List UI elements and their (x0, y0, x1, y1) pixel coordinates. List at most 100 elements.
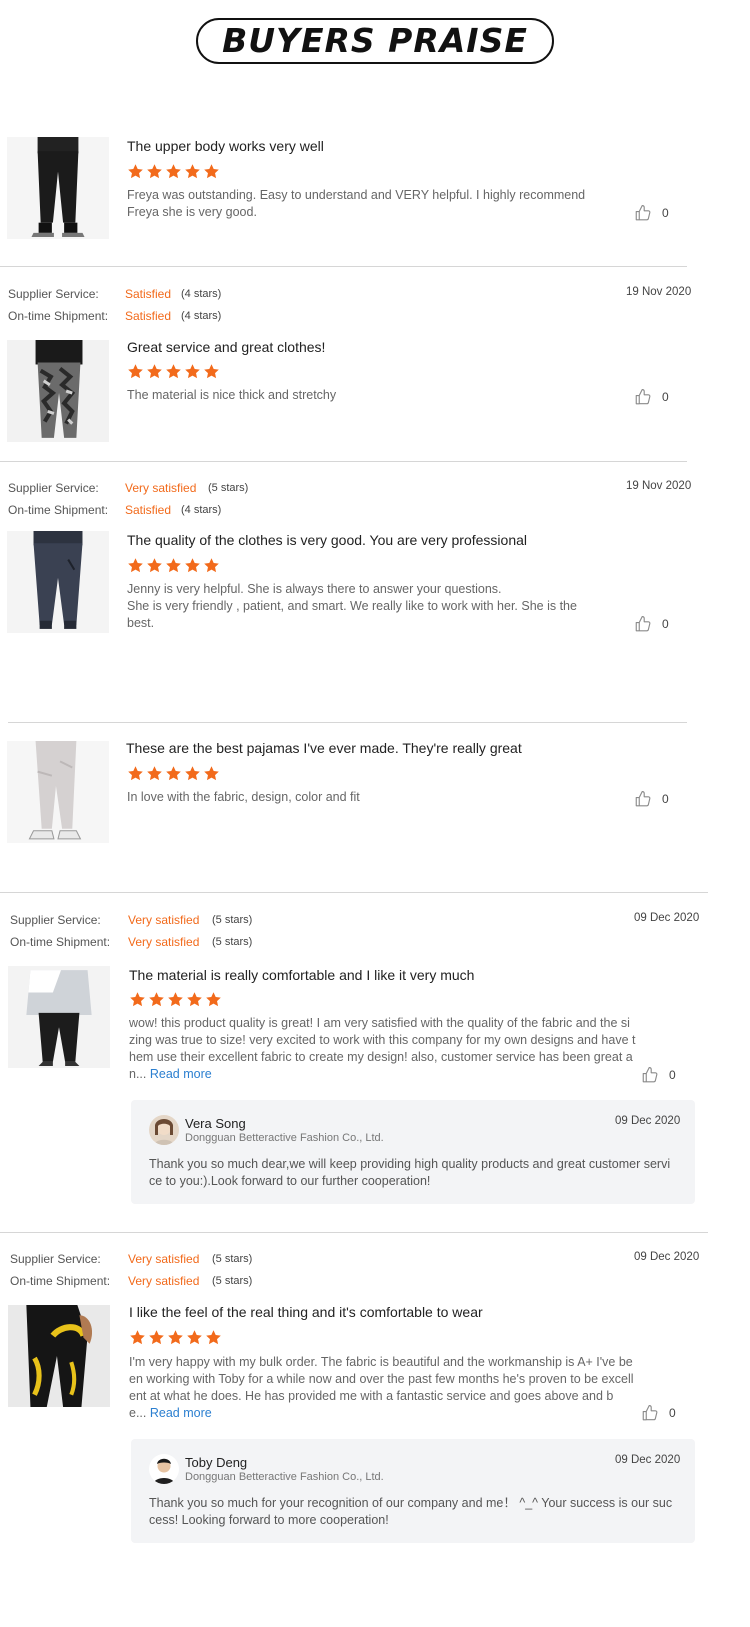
like-button[interactable]: 0 (634, 388, 669, 406)
shipment-row: On-time Shipment: Very satisfied (5 star… (10, 935, 252, 949)
yellow-black-tights-image (8, 1305, 110, 1407)
shipment-stars: (5 stars) (212, 1275, 253, 1287)
thumbs-up-icon (634, 615, 652, 633)
star-icon (129, 991, 146, 1008)
like-count: 0 (662, 617, 669, 631)
divider (0, 266, 687, 267)
shipment-row: On-time Shipment: Satisfied (4 stars) (8, 503, 221, 517)
like-count: 0 (662, 390, 669, 404)
star-icon (203, 557, 220, 574)
colorblock-tracksuit-image (8, 966, 110, 1068)
supplier-service-stars: (5 stars) (212, 914, 253, 926)
star-icon (146, 363, 163, 380)
star-icon (127, 163, 144, 180)
product-image[interactable] (7, 137, 109, 239)
shipment-label: On-time Shipment: (8, 309, 109, 323)
avatar-image (149, 1454, 179, 1484)
star-icon (146, 765, 163, 782)
shipment-stars: (4 stars) (181, 310, 222, 322)
grey-joggers-image (7, 741, 109, 843)
star-icon (129, 1329, 146, 1346)
reply-author: Toby Deng (185, 1455, 248, 1470)
review-text: Jenny is very helpful. She is always the… (127, 582, 577, 630)
star-icon (167, 991, 184, 1008)
star-icon (165, 363, 182, 380)
avatar (149, 1115, 179, 1145)
shipment-value: Very satisfied (128, 1274, 200, 1288)
review-title: I like the feel of the real thing and it… (129, 1304, 483, 1320)
like-button[interactable]: 0 (634, 790, 669, 808)
supplier-service-row: Supplier Service: Satisfied (4 stars) (8, 287, 221, 301)
thumbs-up-icon (641, 1066, 659, 1084)
review-title: Great service and great clothes! (127, 339, 326, 355)
product-image[interactable] (8, 966, 110, 1068)
star-icon (148, 991, 165, 1008)
star-icon (167, 1329, 184, 1346)
shipment-row: On-time Shipment: Satisfied (4 stars) (8, 309, 221, 323)
star-icon (165, 163, 182, 180)
reply-author: Vera Song (185, 1116, 246, 1131)
star-icon (186, 1329, 203, 1346)
read-more-link[interactable]: Read more (150, 1067, 212, 1081)
star-icon (127, 363, 144, 380)
review-text: Freya was outstanding. Easy to understan… (127, 188, 586, 219)
like-button[interactable]: 0 (634, 615, 669, 633)
black-joggers-image (7, 137, 109, 239)
review-text: wow! this product quality is great! I am… (129, 1015, 649, 1083)
page-header: BUYERS PRAISE (0, 18, 750, 64)
product-image[interactable] (8, 1305, 110, 1407)
shipment-row: On-time Shipment: Very satisfied (5 star… (10, 1274, 252, 1288)
rating-stars (129, 991, 222, 1008)
star-icon (184, 163, 201, 180)
like-button[interactable]: 0 (641, 1404, 676, 1422)
thumbs-up-icon (634, 790, 652, 808)
star-icon (184, 557, 201, 574)
rating-stars (129, 1329, 222, 1346)
thumbs-up-icon (634, 388, 652, 406)
supplier-service-value: Very satisfied (128, 1252, 200, 1266)
page-title: BUYERS PRAISE (196, 18, 554, 64)
reply-date: 09 Dec 2020 (615, 1454, 681, 1466)
star-icon (186, 991, 203, 1008)
product-image[interactable] (7, 531, 109, 633)
camo-leggings-image (7, 340, 109, 442)
star-icon (165, 765, 182, 782)
reply-company: Dongguan Betteractive Fashion Co., Ltd. (185, 1132, 384, 1144)
review-title: The upper body works very well (127, 138, 324, 154)
divider (8, 722, 687, 723)
shipment-stars: (4 stars) (181, 504, 222, 516)
like-count: 0 (669, 1068, 676, 1082)
divider (0, 461, 687, 462)
divider (0, 1232, 708, 1233)
shipment-value: Very satisfied (128, 935, 200, 949)
star-icon (146, 163, 163, 180)
shipment-label: On-time Shipment: (10, 1274, 111, 1288)
review-date: 19 Nov 2020 (626, 480, 692, 492)
supplier-service-stars: (4 stars) (181, 288, 222, 300)
supplier-service-value: Very satisfied (128, 913, 200, 927)
supplier-service-label: Supplier Service: (8, 481, 99, 495)
star-icon (146, 557, 163, 574)
read-more-link[interactable]: Read more (150, 1406, 212, 1420)
rating-stars (127, 765, 220, 782)
thumbs-up-icon (641, 1404, 659, 1422)
review-text: The material is nice thick and stretchy (127, 388, 337, 402)
review-title: The material is really comfortable and I… (129, 967, 475, 983)
shipment-stars: (5 stars) (212, 936, 253, 948)
reply-date: 09 Dec 2020 (615, 1115, 681, 1127)
product-image[interactable] (7, 340, 109, 442)
review-title: These are the best pajamas I've ever mad… (126, 740, 522, 756)
navy-joggers-image (7, 531, 109, 633)
like-button[interactable]: 0 (634, 204, 669, 222)
like-button[interactable]: 0 (641, 1066, 676, 1084)
star-icon (148, 1329, 165, 1346)
rating-stars (127, 163, 220, 180)
supplier-service-stars: (5 stars) (208, 482, 249, 494)
avatar-image (149, 1115, 179, 1145)
shipment-label: On-time Shipment: (10, 935, 111, 949)
reply-text: Thank you so much for your recognition o… (149, 1496, 673, 1527)
avatar (149, 1454, 179, 1484)
rating-stars (127, 557, 220, 574)
supplier-reply: Toby Deng Dongguan Betteractive Fashion … (131, 1439, 695, 1543)
product-image[interactable] (7, 741, 109, 843)
